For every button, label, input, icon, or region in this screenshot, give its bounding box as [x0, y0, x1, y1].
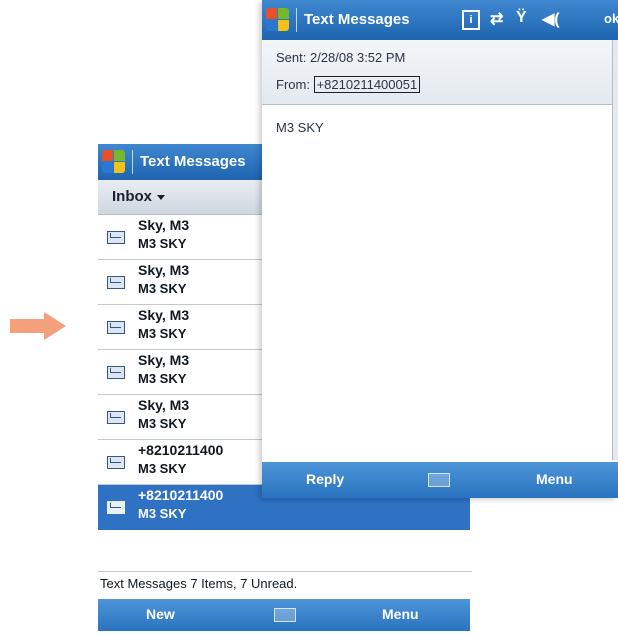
speaker-icon[interactable]: ◀(: [542, 9, 560, 29]
envelope-icon: [107, 276, 125, 289]
sent-value: 2/28/08 3:52 PM: [309, 50, 406, 65]
message-sender: Sky, M3: [138, 307, 190, 323]
signal-icon[interactable]: Ÿ: [516, 9, 527, 27]
message-window: Text Messages i ⇄ Ÿ ◀( ok Sent: 2/28/08 …: [262, 0, 618, 498]
message-titlebar: Text Messages i ⇄ Ÿ ◀( ok: [262, 0, 618, 40]
ok-button[interactable]: ok: [604, 11, 618, 26]
keyboard-icon[interactable]: [428, 473, 450, 487]
message-body: M3 SKY: [276, 120, 324, 135]
message-sender: Sky, M3: [138, 397, 190, 413]
message-preview: M3 SKY: [138, 326, 187, 341]
message-preview: M3 SKY: [138, 461, 187, 476]
envelope-icon: [107, 501, 125, 514]
pointer-arrow-icon: [10, 312, 66, 340]
from-value[interactable]: +8210211400051: [313, 76, 421, 93]
from-label: From:: [276, 77, 310, 92]
message-window-title: Text Messages: [304, 11, 410, 28]
windows-start-icon[interactable]: [266, 8, 290, 32]
folder-label: Inbox: [112, 188, 152, 205]
message-softkey-bar: Reply Menu: [262, 462, 618, 498]
menu-button[interactable]: Menu: [382, 606, 419, 622]
info-icon[interactable]: i: [462, 10, 480, 30]
sent-label: Sent:: [276, 50, 307, 65]
message-header: Sent: 2/28/08 3:52 PM From: +82102114000…: [262, 40, 612, 105]
menu-button[interactable]: Menu: [536, 471, 573, 487]
status-line: Text Messages 7 Items, 7 Unread.: [98, 571, 472, 596]
inbox-window-title: Text Messages: [140, 153, 246, 170]
message-preview: M3 SKY: [138, 506, 187, 521]
message-sender: Sky, M3: [138, 262, 190, 278]
envelope-icon: [107, 366, 125, 379]
message-preview: M3 SKY: [138, 236, 187, 251]
message-sender: +8210211400: [138, 442, 224, 458]
reply-button[interactable]: Reply: [306, 471, 344, 487]
message-sender: Sky, M3: [138, 217, 190, 233]
message-preview: M3 SKY: [138, 281, 187, 296]
scrollbar[interactable]: [612, 40, 618, 460]
chevron-down-icon: [157, 194, 165, 200]
from-line: From: +8210211400051: [276, 76, 421, 93]
message-preview: M3 SKY: [138, 371, 187, 386]
inbox-softkey-bar: New Menu: [98, 599, 470, 631]
envelope-icon: [107, 456, 125, 469]
sync-icon[interactable]: ⇄: [490, 9, 503, 29]
new-button[interactable]: New: [146, 606, 175, 622]
sent-line: Sent: 2/28/08 3:52 PM: [276, 50, 405, 65]
message-sender: +8210211400: [138, 487, 224, 503]
windows-start-icon[interactable]: [102, 150, 126, 174]
envelope-icon: [107, 411, 125, 424]
folder-dropdown[interactable]: Inbox: [112, 188, 165, 205]
message-sender: Sky, M3: [138, 352, 190, 368]
envelope-icon: [107, 321, 125, 334]
message-preview: M3 SKY: [138, 416, 187, 431]
envelope-icon: [107, 231, 125, 244]
keyboard-icon[interactable]: [274, 608, 296, 622]
